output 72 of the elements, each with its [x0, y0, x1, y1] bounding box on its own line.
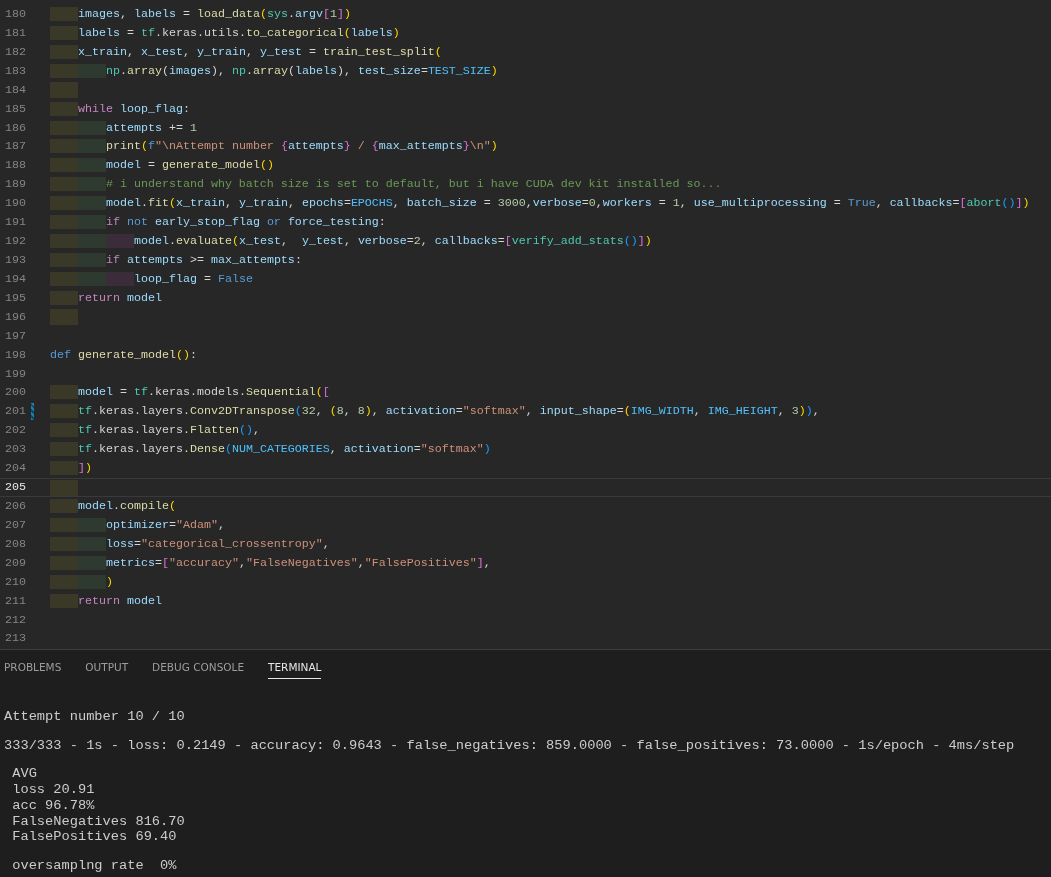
line-number: 190	[4, 195, 27, 213]
terminal-line: acc 96.78%	[11, 797, 96, 814]
code-line: return model	[50, 288, 162, 308]
line-number: 211	[4, 592, 27, 610]
panel-tab[interactable]: PROBLEMS	[4, 658, 62, 679]
code-line: # i understand why batch size is set to default, but i have CUDA dev kit installed so...	[50, 175, 722, 195]
terminal-line: oversamplng rate 0%	[11, 857, 178, 874]
code-line: model = tf.keras.models.Sequential([	[50, 383, 330, 403]
code-line: tf.keras.layers.Flatten(),	[50, 421, 260, 441]
code-line: np.array(images), np.array(labels), test_size=TEST_SIZE)	[50, 61, 498, 81]
code-line: )	[50, 572, 113, 592]
line-number: 206	[4, 497, 27, 515]
code-line: labels = tf.keras.utils.to_categorical(labels)	[50, 23, 400, 43]
code-line: loss="categorical_crossentropy",	[50, 534, 330, 554]
terminal-line: FalsePositives 69.40	[11, 829, 178, 845]
code-line: loop_flag = False	[50, 269, 253, 289]
line-number: 213	[4, 630, 27, 648]
code-line: optimizer="Adam",	[50, 515, 225, 535]
line-number: 186	[4, 119, 27, 137]
code-line: print(f"\nAttempt number {attempts} / {max_attempts}\n")	[50, 137, 498, 157]
line-number: 196	[4, 308, 27, 326]
code-line: return model	[50, 591, 162, 611]
terminal-line: loss 20.91	[11, 782, 96, 798]
line-number: 187	[4, 138, 27, 156]
line-number: 181	[4, 24, 27, 42]
line-number: 184	[4, 81, 27, 99]
terminal-line: 333/333 - 1s - loss: 0.2149 - accuracy: 0.9643 - false_negatives: 859.0000 - false_positives: 73.0000 - 1s/epoch - 4ms/step	[4, 737, 1016, 754]
code-line: if not early_stop_flag or force_testing:	[50, 213, 386, 233]
line-number: 194	[4, 270, 27, 288]
line-number: 208	[4, 535, 27, 553]
code-line: tf.keras.layers.Dense(NUM_CATEGORIES, activation="softmax")	[50, 440, 491, 460]
line-number: 191	[4, 214, 27, 232]
line-number: 185	[4, 100, 27, 118]
line-number: 204	[4, 460, 27, 478]
line-number: 207	[4, 516, 27, 534]
line-number: 189	[4, 176, 27, 194]
code-line: images, labels = load_data(sys.argv[1])	[50, 5, 351, 24]
terminal-line: FalseNegatives 816.70	[11, 813, 186, 830]
line-number: 210	[4, 573, 27, 591]
code-line: tf.keras.layers.Conv2DTranspose(32, (8, 8), activation="softmax", input_shape=(IMG_WIDTH, IMG_HEIGHT, 3)),	[50, 402, 820, 422]
code-line: metrics=["accuracy","FalseNegatives","FalsePositives"],	[50, 553, 491, 573]
line-number: 201	[4, 403, 27, 421]
line-number: 183	[4, 62, 27, 80]
line-number: 212	[4, 611, 27, 629]
code-line: x_train, x_test, y_train, y_test = train_test_split(	[50, 42, 442, 62]
line-number: 180	[4, 6, 27, 23]
line-number: 205	[4, 479, 27, 496]
code-line: model.compile(	[50, 496, 176, 516]
code-line: model.fit(x_train, y_train, epochs=EPOCHS, batch_size = 3000,verbose=0,workers = 1, use_multiprocessing = True, callbacks=[abort()])	[50, 194, 1030, 214]
line-number: 192	[4, 233, 27, 251]
line-number: 198	[4, 346, 27, 364]
line-number: 182	[4, 43, 27, 61]
line-number: 202	[4, 422, 27, 440]
code-line: model = generate_model()	[50, 156, 274, 176]
line-number: 209	[4, 554, 27, 572]
panel-tab[interactable]: TERMINAL	[268, 658, 322, 679]
line-number: 199	[4, 365, 27, 383]
code-line: if attempts >= max_attempts:	[50, 251, 302, 270]
line-number: 200	[4, 384, 27, 402]
line-number: 203	[4, 441, 27, 459]
line-number: 193	[4, 252, 27, 269]
code-line: model.evaluate(x_test, y_test, verbose=2, callbacks=[verify_add_stats()])	[50, 232, 652, 251]
code-line: def generate_model():	[50, 346, 197, 364]
code-line: attempts += 1	[50, 118, 197, 138]
line-number: 188	[4, 157, 27, 175]
panel-tab[interactable]: OUTPUT	[85, 658, 129, 679]
terminal-line: Attempt number 10 / 10	[4, 709, 186, 725]
panel-tab[interactable]: DEBUG CONSOLE	[152, 658, 245, 679]
line-number: 197	[4, 327, 27, 345]
terminal-line: AVG	[11, 766, 38, 783]
line-number: 195	[4, 289, 27, 307]
code-line: while loop_flag:	[50, 99, 190, 119]
